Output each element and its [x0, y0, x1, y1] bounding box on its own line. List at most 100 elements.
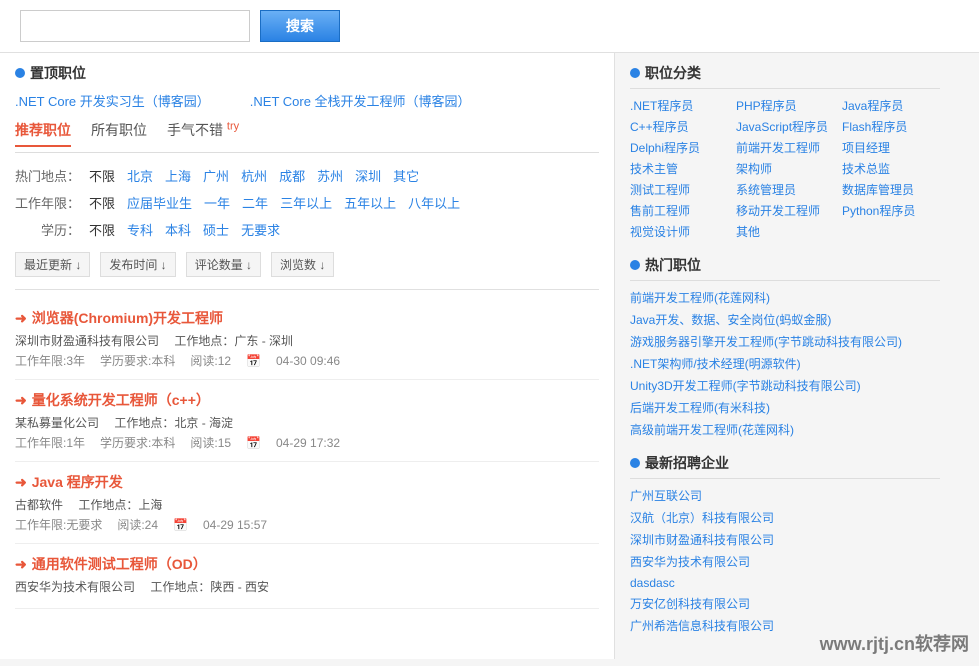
cat-19[interactable]: 其他 [736, 223, 834, 240]
search-input[interactable] [20, 10, 250, 42]
cat-4[interactable]: JavaScript程序员 [736, 118, 834, 135]
loc-0[interactable]: 不限 [86, 165, 118, 186]
cat-6[interactable]: Delphi程序员 [630, 139, 728, 156]
hot-job-5[interactable]: 后端开发工程师(有米科技) [630, 401, 770, 415]
loc-2[interactable]: 上海 [162, 165, 194, 186]
date-1: 04-29 17:32 [276, 436, 340, 450]
pinned-link-0[interactable]: .NET Core 开发实习生（博客园） [15, 91, 210, 110]
list-item: Java开发、数据、安全岗位(蚂蚁金服) [630, 311, 940, 328]
cat-15[interactable]: 售前工程师 [630, 202, 728, 219]
edu-0[interactable]: 不限 [86, 219, 118, 240]
blue-dot-icon [15, 68, 25, 78]
edu-1[interactable]: 专科 [124, 219, 156, 240]
list-item: 高级前端开发工程师(花莲网科) [630, 421, 940, 438]
job-meta-2: 古都软件 工作地点：上海 [15, 496, 599, 513]
hot-job-3[interactable]: .NET架构师/技术经理(明源软件) [630, 357, 801, 371]
list-item: .NET架构师/技术经理(明源软件) [630, 355, 940, 372]
cat-1[interactable]: PHP程序员 [736, 97, 834, 114]
hot-job-1[interactable]: Java开发、数据、安全岗位(蚂蚁金服) [630, 313, 831, 327]
cat-7[interactable]: 前端开发工程师 [736, 139, 834, 156]
pinned-link-1[interactable]: .NET Core 全栈开发工程师（博客园） [250, 91, 471, 110]
cat-18[interactable]: 视觉设计师 [630, 223, 728, 240]
loc-1[interactable]: 北京 [124, 165, 156, 186]
exp-6[interactable]: 八年以上 [405, 192, 463, 213]
cat-11[interactable]: 技术总监 [842, 160, 940, 177]
exp-1[interactable]: 应届毕业生 [124, 192, 195, 213]
cat-9[interactable]: 技术主管 [630, 160, 728, 177]
cat-14[interactable]: 数据库管理员 [842, 181, 940, 198]
cat-2[interactable]: Java程序员 [842, 97, 940, 114]
cat-16[interactable]: 移动开发工程师 [736, 202, 834, 219]
cat-3[interactable]: C++程序员 [630, 118, 728, 135]
page-container: 搜索 置顶职位 .NET Core 开发实习生（博客园） .NET Core 全… [0, 0, 979, 666]
company-link-6[interactable]: 广州希浩信息科技有限公司 [630, 619, 774, 633]
exp-label: 工作年限： [15, 193, 80, 212]
date-icon-2: 📅 [173, 518, 188, 532]
tabs-bar: 推荐职位 所有职位 手气不错 try [15, 120, 599, 153]
sort-views[interactable]: 浏览数 ↓ [271, 252, 334, 277]
hot-job-6[interactable]: 高级前端开发工程师(花莲网科) [630, 423, 794, 437]
edu-2[interactable]: 本科 [162, 219, 194, 240]
search-button[interactable]: 搜索 [260, 10, 340, 42]
exp-3[interactable]: 二年 [239, 192, 271, 213]
categories-title: 职位分类 [630, 63, 940, 89]
list-item: 前端开发工程师(花莲网科) [630, 289, 940, 306]
loc-7[interactable]: 深圳 [352, 165, 384, 186]
cat-5[interactable]: Flash程序员 [842, 118, 940, 135]
date-icon-0: 📅 [246, 354, 261, 368]
pinned-links: .NET Core 开发实习生（博客园） .NET Core 全栈开发工程师（博… [15, 91, 599, 110]
cat-12[interactable]: 测试工程师 [630, 181, 728, 198]
loc-4[interactable]: 杭州 [238, 165, 270, 186]
pinned-section: 置顶职位 .NET Core 开发实习生（博客园） .NET Core 全栈开发… [15, 63, 599, 110]
left-panel: 置顶职位 .NET Core 开发实习生（博客园） .NET Core 全栈开发… [0, 53, 615, 659]
tab-recommended[interactable]: 推荐职位 [15, 120, 71, 147]
read-2: 阅读:24 [117, 516, 158, 533]
hot-job-0[interactable]: 前端开发工程师(花莲网科) [630, 291, 770, 305]
job-title-3[interactable]: ➜ 通用软件测试工程师（OD） [15, 554, 599, 574]
tab-lucky[interactable]: 手气不错 try [167, 120, 239, 147]
arrow-icon: ➜ [15, 474, 27, 491]
loc-5[interactable]: 成都 [276, 165, 308, 186]
read-1: 阅读:15 [190, 434, 231, 451]
exp-5[interactable]: 五年以上 [341, 192, 399, 213]
cat-10[interactable]: 架构师 [736, 160, 834, 177]
loc-3[interactable]: 广州 [200, 165, 232, 186]
company-link-4[interactable]: dasdasc [630, 576, 675, 590]
edu-4[interactable]: 无要求 [238, 219, 283, 240]
arrow-icon: ➜ [15, 556, 27, 573]
company-link-1[interactable]: 汉航（北京）科技有限公司 [630, 511, 774, 525]
company-link-5[interactable]: 万安亿创科技有限公司 [630, 597, 750, 611]
location-1: 工作地点：北京 - 海淀 [114, 416, 233, 430]
cat-0[interactable]: .NET程序员 [630, 97, 728, 114]
exp-2[interactable]: 一年 [201, 192, 233, 213]
job-title-1[interactable]: ➜ 量化系统开发工程师（c++） [15, 390, 599, 410]
company-link-0[interactable]: 广州互联公司 [630, 489, 702, 503]
sort-comments[interactable]: 评论数量 ↓ [186, 252, 261, 277]
companies-section: 最新招聘企业 广州互联公司 汉航（北京）科技有限公司 深圳市财盈通科技有限公司 … [630, 453, 940, 634]
main-layout: 置顶职位 .NET Core 开发实习生（博客园） .NET Core 全栈开发… [0, 53, 979, 659]
company-2: 古都软件 [15, 498, 63, 512]
arrow-icon: ➜ [15, 392, 27, 409]
company-0: 深圳市财盈通科技有限公司 [15, 334, 159, 348]
sort-publish[interactable]: 发布时间 ↓ [100, 252, 175, 277]
exp-4[interactable]: 三年以上 [277, 192, 335, 213]
tab-all[interactable]: 所有职位 [91, 120, 147, 147]
cat-17[interactable]: Python程序员 [842, 202, 940, 219]
job-item: ➜ 量化系统开发工程师（c++） 某私募量化公司 工作地点：北京 - 海淀 工作… [15, 380, 599, 462]
loc-8[interactable]: 其它 [390, 165, 422, 186]
job-detail-1: 工作年限:1年 学历要求:本科 阅读:15 📅 04-29 17:32 [15, 434, 599, 451]
job-title-0[interactable]: ➜ 浏览器(Chromium)开发工程师 [15, 308, 599, 328]
exp-0[interactable]: 不限 [86, 192, 118, 213]
company-link-2[interactable]: 深圳市财盈通科技有限公司 [630, 533, 774, 547]
job-title-2[interactable]: ➜ Java 程序开发 [15, 472, 599, 492]
sort-recent[interactable]: 最近更新 ↓ [15, 252, 90, 277]
date-2: 04-29 15:57 [203, 518, 267, 532]
cat-13[interactable]: 系统管理员 [736, 181, 834, 198]
edu-3[interactable]: 硕士 [200, 219, 232, 240]
hot-job-2[interactable]: 游戏服务器引擎开发工程师(字节跳动科技有限公司) [630, 335, 902, 349]
company-link-3[interactable]: 西安华为技术有限公司 [630, 555, 750, 569]
loc-6[interactable]: 苏州 [314, 165, 346, 186]
companies-list: 广州互联公司 汉航（北京）科技有限公司 深圳市财盈通科技有限公司 西安华为技术有… [630, 487, 940, 634]
hot-job-4[interactable]: Unity3D开发工程师(字节跳动科技有限公司) [630, 379, 861, 393]
cat-8[interactable]: 项目经理 [842, 139, 940, 156]
